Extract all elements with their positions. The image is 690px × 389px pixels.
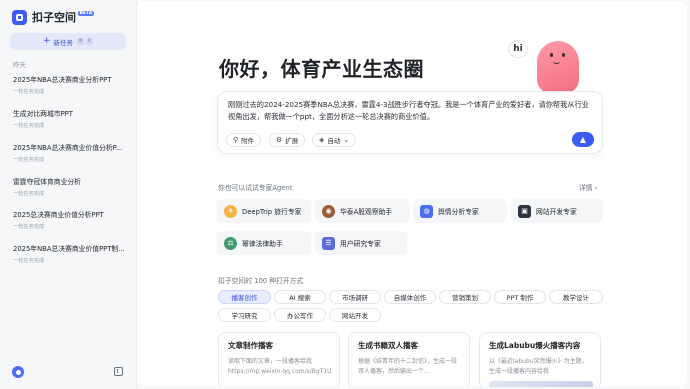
agent-card-deeptrip[interactable]: ✈ DeepTrip 旅行专家 xyxy=(217,199,311,223)
agent-card-user-research[interactable]: ☰ 用户研究专家 xyxy=(315,231,407,255)
card-description: 根据《结青年的十二封信》，生成一段双人播客，然后输出一个... xyxy=(358,358,458,375)
paperclip-icon: ⚲ xyxy=(233,136,239,144)
category-chip-podcast[interactable]: 播客创作 xyxy=(218,290,271,304)
details-link[interactable]: 详情 › xyxy=(579,182,597,192)
agent-name: 舆情分析专家 xyxy=(438,208,479,216)
expand-label: 扩展 xyxy=(285,137,299,145)
category-chip-study[interactable]: 学习研究 xyxy=(218,308,271,322)
attach-button[interactable]: ⚲ 附件 xyxy=(226,133,262,147)
chevron-right-icon: › xyxy=(594,184,598,192)
mode-dropdown[interactable]: ◈ 自动 ⌄ xyxy=(312,133,357,147)
history-item-status: 一轮任务完成 xyxy=(13,224,45,230)
chevron-down-icon: ⌄ xyxy=(343,136,350,144)
category-chip-market-research[interactable]: 市场调研 xyxy=(329,290,381,304)
history-section-label: 昨天 xyxy=(13,61,26,69)
agent-name: 幂律法律助手 xyxy=(242,240,283,248)
category-chip-marketing[interactable]: 营销策划 xyxy=(439,290,491,304)
history-item-status: 一轮任务完成 xyxy=(13,89,45,95)
send-button[interactable]: ▲ xyxy=(572,132,594,147)
history-item-title: 2025年NBA总决赛商业价值PPT制... xyxy=(13,245,125,253)
prompt-input[interactable]: 刚刚过去的2024-2025赛季NBA总决赛，雷霆4-3战胜步行者夺冠。我是一个… xyxy=(228,99,596,123)
user-avatar[interactable] xyxy=(12,366,24,378)
new-task-button[interactable]: + 新任务 ⌘ K xyxy=(10,33,126,50)
new-task-label: 新任务 xyxy=(53,38,74,47)
history-item[interactable]: 2025总决赛商业价值分析PPT 一轮任务完成 xyxy=(13,209,131,230)
brand[interactable]: 扣子空间 BETA xyxy=(12,9,94,25)
agent-name: 华泰A股观察助手 xyxy=(340,208,393,216)
mascot-illustration xyxy=(535,39,581,93)
legal-icon: ⚖ xyxy=(224,236,237,250)
greeting-bubble: hi xyxy=(508,40,528,58)
agent-card-webdev[interactable]: ▣ 网站开发专家 xyxy=(511,199,603,223)
use-case-card[interactable]: 生成书籍双人播客 根据《结青年的十二封信》，生成一段双人播客，然后输出一个... xyxy=(348,332,470,387)
agent-name: 网站开发专家 xyxy=(536,208,577,216)
huatai-avatar-icon: ◉ xyxy=(322,204,335,218)
history-item-title: 2025总决赛商业价值分析PPT xyxy=(13,211,104,219)
card-title: 文章制作播客 xyxy=(228,341,273,350)
history-item[interactable]: 2025年NBA总决赛商业分析PPT 一轮任务完成 xyxy=(13,74,131,95)
card-title: 生成Labubu爆火播客内容 xyxy=(489,341,581,350)
mode-label: 自动 xyxy=(327,137,341,145)
history-item-status: 一轮任务完成 xyxy=(13,123,45,129)
webdev-icon: ▣ xyxy=(518,204,531,218)
history-item-title: 雷霆夺冠体育商业分析 xyxy=(13,178,81,186)
app-logo-icon xyxy=(12,9,27,25)
agent-name: 用户研究专家 xyxy=(340,240,381,248)
use-case-card[interactable]: 文章制作播客 读取下面的文章，一段播客给我 https://mp.weixin.… xyxy=(218,332,340,387)
brand-name: 扣子空间 xyxy=(32,11,76,24)
history-item[interactable]: 2025年NBA总决赛商业价值PPT制... 一轮任务完成 xyxy=(13,243,131,264)
agent-card-sentiment[interactable]: ◍ 舆情分析专家 xyxy=(413,199,507,223)
collapse-sidebar-icon[interactable] xyxy=(114,367,123,376)
use-case-card[interactable]: 生成Labubu爆火播客内容 以《最近labubu突然爆火》为主题，生成一段播客… xyxy=(479,332,601,387)
category-chip-self-media[interactable]: 自媒体创作 xyxy=(384,290,436,304)
agent-card-huatai[interactable]: ◉ 华泰A股观察助手 xyxy=(315,199,410,223)
page-title: 你好，体育产业生态圈 xyxy=(219,57,424,81)
user-research-icon: ☰ xyxy=(322,236,335,250)
arrow-up-icon: ▲ xyxy=(579,135,587,144)
category-chip-teaching[interactable]: 教学设计 xyxy=(549,290,603,304)
history-item[interactable]: 雷霆夺冠体育商业分析 一轮任务完成 xyxy=(13,176,131,197)
history-item[interactable]: 2025年NBA总决赛商业价值分析P... 一轮任务完成 xyxy=(13,142,131,163)
category-chip-website[interactable]: 网站开发 xyxy=(329,308,381,322)
history-item-status: 一轮任务完成 xyxy=(13,258,45,264)
deeptrip-icon: ✈ xyxy=(224,204,237,218)
card-description: 读取下面的文章，一段播客给我 https://mp.weixin.qq.com/… xyxy=(228,358,332,375)
history-item-status: 一轮任务完成 xyxy=(13,191,45,197)
agent-name: DeepTrip 旅行专家 xyxy=(242,208,302,216)
plus-icon: + xyxy=(42,36,51,46)
history-item-title: 生成对比两城市PPT xyxy=(13,110,73,118)
use-cases-title: 扣子空间的 100 种打开方式 xyxy=(218,277,304,285)
agents-section-title: 你也可以试试专家Agent xyxy=(218,184,293,192)
agent-card-legal[interactable]: ⚖ 幂律法律助手 xyxy=(217,231,311,255)
prompt-composer[interactable]: 刚刚过去的2024-2025赛季NBA总决赛，雷霆4-3战胜步行者夺冠。我是一个… xyxy=(217,91,603,154)
main-panel: 你好，体育产业生态圈 hi 刚刚过去的2024-2025赛季NBA总决赛，雷霆4… xyxy=(137,1,687,387)
card-thumbnail xyxy=(489,381,593,387)
sentiment-icon: ◍ xyxy=(420,204,433,218)
history-item[interactable]: 生成对比两城市PPT 一轮任务完成 xyxy=(13,108,131,129)
auto-mode-icon: ◈ xyxy=(319,136,325,144)
shortcut-key-cmd: ⌘ xyxy=(77,38,85,45)
category-chip-ppt[interactable]: PPT 制作 xyxy=(494,290,546,304)
history-item-title: 2025年NBA总决赛商业分析PPT xyxy=(13,76,112,84)
attach-label: 附件 xyxy=(241,137,255,145)
card-description: 以《最近labubu突然爆火》为主题，生成一段播客内容给我 xyxy=(489,358,588,375)
history-item-status: 一轮任务完成 xyxy=(13,157,45,163)
sidebar: 扣子空间 BETA + 新任务 ⌘ K 昨天 2025年NBA总决赛商业分析PP… xyxy=(0,0,137,389)
beta-badge: BETA xyxy=(78,10,94,16)
details-label: 详情 xyxy=(579,184,593,192)
history-item-title: 2025年NBA总决赛商业价值分析P... xyxy=(13,144,123,152)
card-title: 生成书籍双人播客 xyxy=(358,341,418,350)
category-chip-office[interactable]: 办公写作 xyxy=(274,308,326,322)
expand-button[interactable]: ⚙ 扩展 xyxy=(269,133,306,147)
category-chip-ai-search[interactable]: AI 搜索 xyxy=(274,290,326,304)
shortcut-key-k: K xyxy=(86,38,94,45)
extension-icon: ⚙ xyxy=(276,136,283,144)
